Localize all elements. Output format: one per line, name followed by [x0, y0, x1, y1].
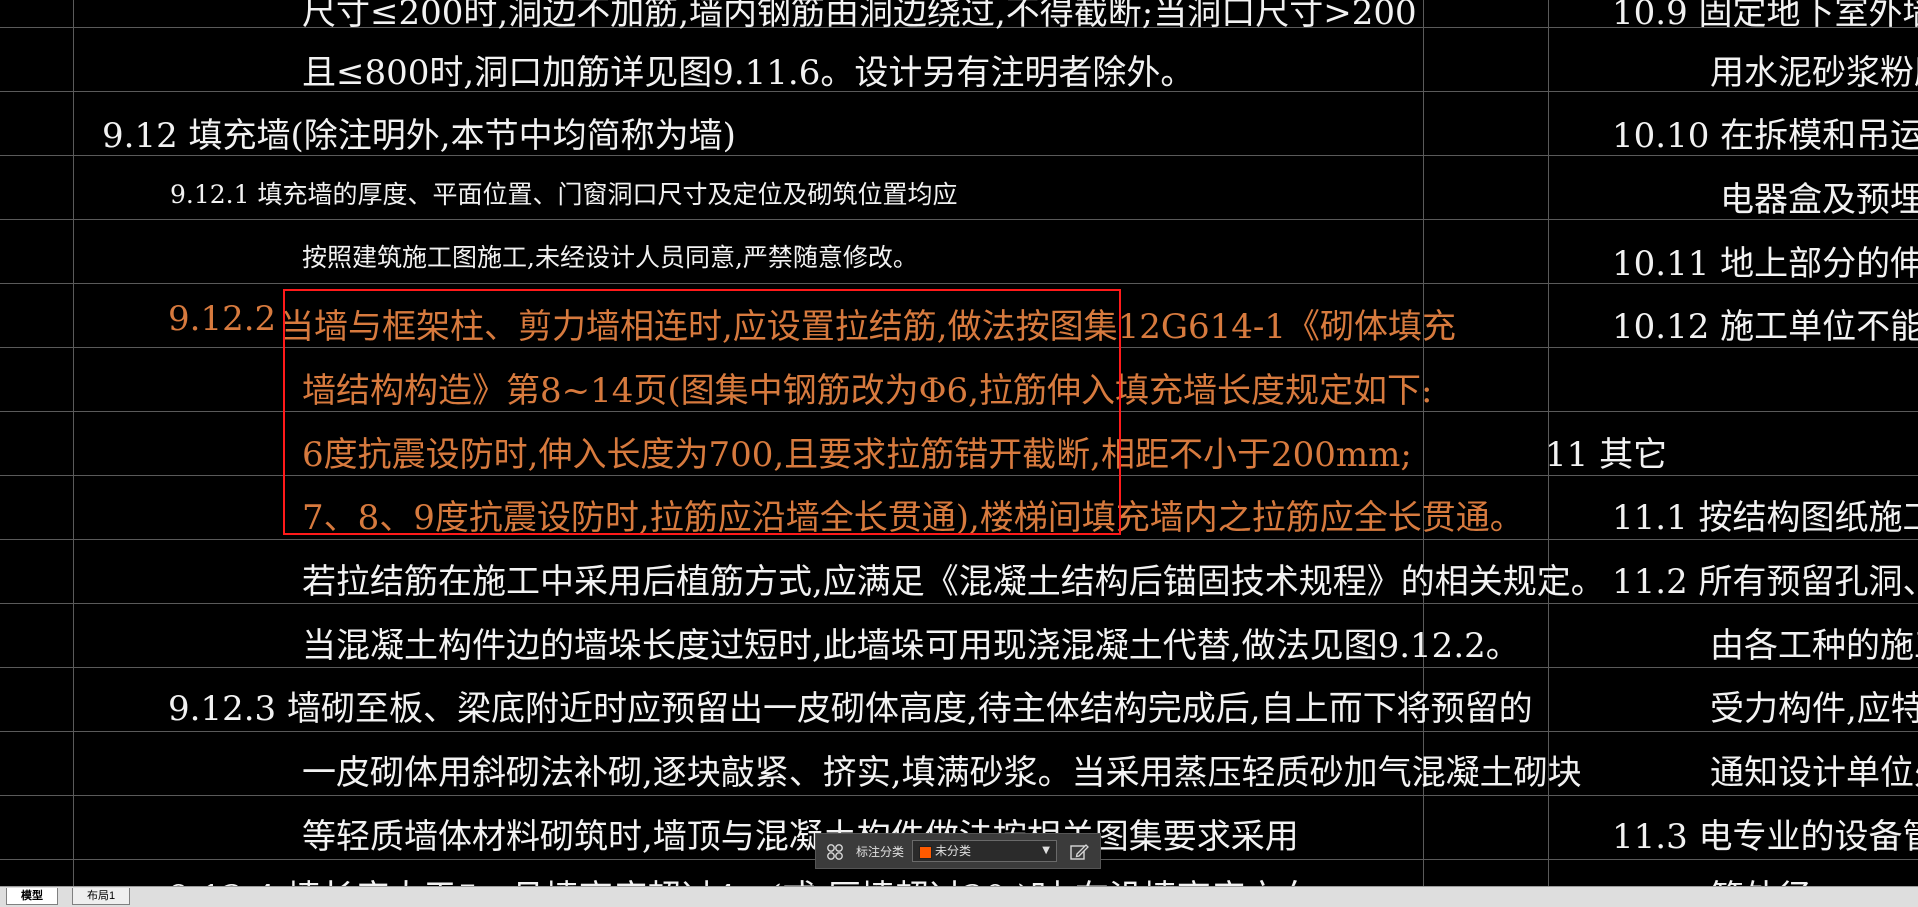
text-line: 11.1 按结构图纸施工时,应结	[1612, 498, 1918, 538]
text-line: 通知设计单位处理。	[1710, 753, 1918, 793]
text-line: 由各工种的施工人员	[1710, 626, 1918, 666]
grid-icon[interactable]	[826, 843, 844, 861]
text-line: 10.12 施工单位不能以比例	[1612, 307, 1918, 347]
text-line: 若拉结筋在施工中采用后植筋方式,应满足《混凝土结构后锚固技术规程》的相关规定。	[302, 562, 1605, 602]
text-line: 尺寸≤200时,洞边不加筋,墙内钢筋由洞边绕过,不得截断;当洞口尺寸>200	[302, 0, 1417, 33]
tab-model[interactable]: 模型	[6, 888, 58, 905]
text-line: 10.11 地上部分的伸缩缝、抗	[1612, 244, 1918, 284]
text-line: 9.12.1 填充墙的厚度、平面位置、门窗洞口尺寸及定位及砌筑位置均应	[170, 180, 958, 209]
annotation-toolbar: 标注分类 未分类 ▼	[815, 833, 1101, 869]
annotation-category-value: 未分类	[935, 844, 972, 858]
text-line: 9.12.3 墙砌至板、梁底附近时应预留出一皮砌体高度,待主体结构完成后,自上而…	[168, 689, 1533, 729]
color-swatch	[919, 846, 932, 859]
annotation-category-select[interactable]: 未分类 ▼	[912, 840, 1057, 862]
text-line: 受力构件,应特别重视	[1710, 689, 1918, 729]
table-line	[0, 603, 1918, 604]
clause-number-highlighted: 9.12.2	[168, 299, 277, 339]
table-line	[0, 219, 1918, 220]
text-line: 管外径	[1710, 870, 1812, 886]
selection-rectangle	[283, 289, 1121, 535]
table-line	[0, 795, 1918, 796]
annotation-category-label: 标注分类	[856, 845, 905, 859]
table-line	[0, 731, 1918, 732]
section-heading: 9.12 填充墙(除注明外,本节中均简称为墙)	[102, 116, 736, 156]
text-line: 等轻质墙体材料砌筑时,墙顶与混凝土构件做法按相关图集要求采用	[302, 817, 1299, 857]
table-vline	[73, 0, 74, 886]
text-line: 用水泥砂浆粉刷。	[1710, 53, 1918, 93]
layout-tab-bar: 模型 布局1	[0, 886, 1918, 907]
text-line: 当混凝土构件边的墙垛长度过短时,此墙垛可用现浇混凝土代替,做法见图9.12.2。	[302, 626, 1520, 666]
text-line: 按照建筑施工图施工,未经设计人员同意,严禁随意修改。	[302, 243, 918, 272]
text-line: 11.3 电专业的设备管道竖直	[1612, 817, 1918, 857]
section-heading: 11 其它	[1545, 435, 1668, 475]
text-line: 10.10 在拆模和吊运其他构	[1612, 116, 1918, 156]
table-line	[0, 539, 1918, 540]
text-line: 电器盒及预埋件的位	[1720, 180, 1918, 220]
text-line: 一皮砌体用斜砌法补砌,逐块敲紧、挤实,填满砂浆。当采用蒸压轻质砂加气混凝土砌块	[302, 753, 1582, 793]
tab-layout1[interactable]: 布局1	[72, 888, 131, 905]
chevron-down-icon: ▼	[1042, 845, 1050, 856]
text-line: 11.2 所有预留孔洞、预埋套	[1612, 562, 1918, 602]
cad-drawing-canvas[interactable]: 尺寸≤200时,洞边不加筋,墙内钢筋由洞边绕过,不得截断;当洞口尺寸>200 且…	[0, 0, 1918, 886]
text-line: 且≤800时,洞口加筋详见图9.11.6。设计另有注明者除外。	[302, 53, 1195, 93]
edit-icon[interactable]	[1068, 841, 1090, 863]
text-line: 10.9 固定地下室外墙模板	[1612, 0, 1918, 33]
text-line: 9.12.4 墙长度大于5m且墙高度超过4m(或 厚墙超过20 )时,在沿墙高度…	[168, 870, 1313, 886]
table-line	[0, 667, 1918, 668]
